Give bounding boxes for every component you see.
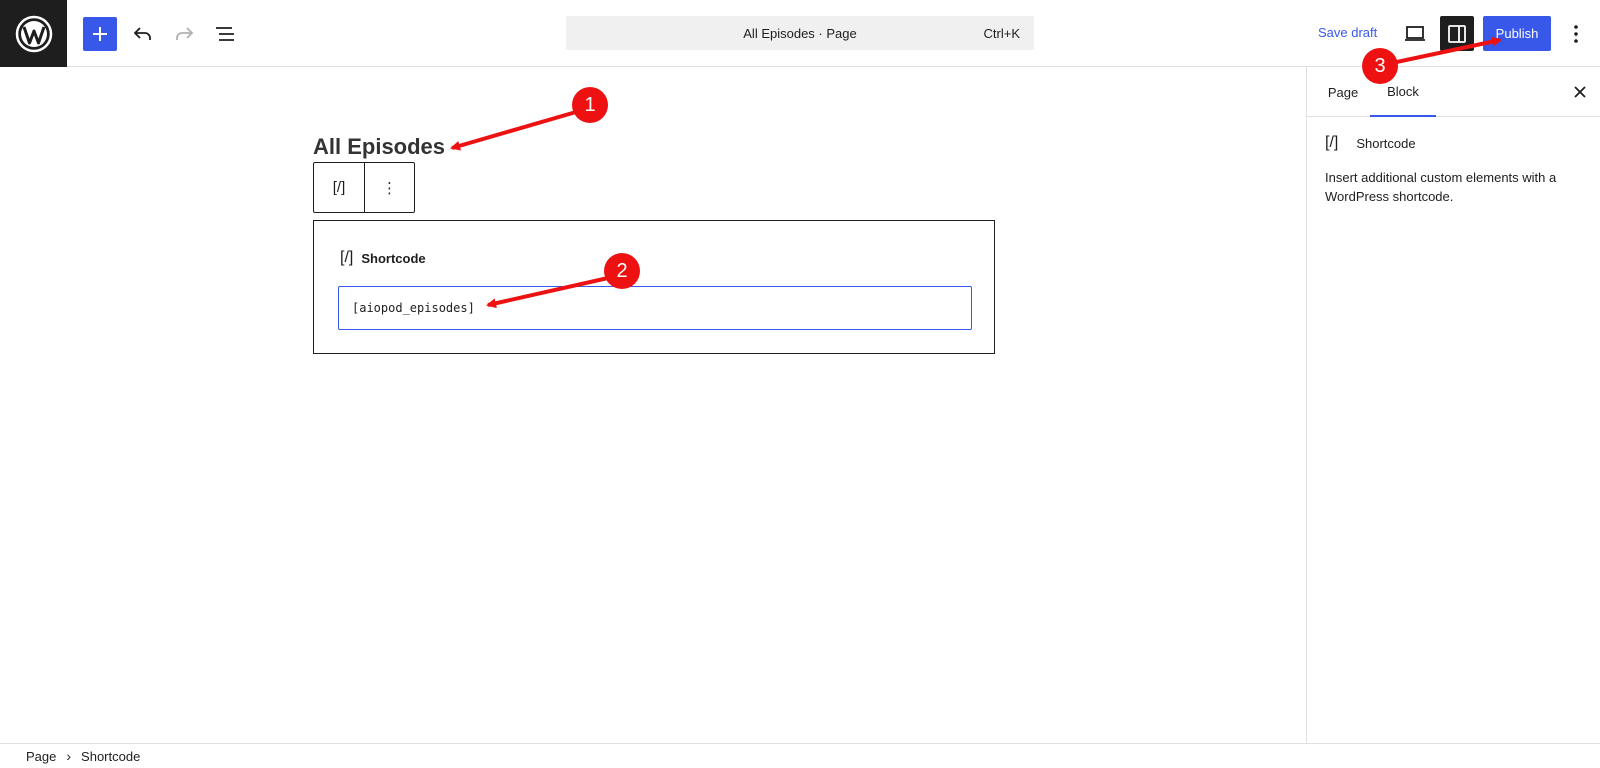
add-block-button[interactable] [83, 17, 117, 51]
svg-text:1: 1 [584, 94, 595, 116]
options-button[interactable] [1562, 17, 1590, 51]
shortcode-block[interactable]: [/] Shortcode [313, 220, 995, 354]
page-title[interactable]: All Episodes [313, 134, 445, 160]
shortcode-icon: [/] [1325, 134, 1339, 151]
redo-button[interactable] [167, 17, 201, 51]
settings-button[interactable] [1440, 16, 1474, 51]
command-palette-bar[interactable]: All Episodes · Page Ctrl+K [566, 16, 1034, 50]
block-card-header: [/] Shortcode [1325, 134, 1416, 152]
list-view-icon [216, 27, 234, 41]
more-vertical-icon [1574, 25, 1578, 43]
tab-block[interactable]: Block [1370, 67, 1436, 117]
sidebar-toggle-icon [1448, 24, 1466, 43]
block-card-title: Shortcode [1356, 135, 1416, 151]
keyboard-shortcut: Ctrl+K [983, 25, 1020, 41]
more-vertical-icon: ⋮ [382, 179, 397, 197]
shortcode-input[interactable] [338, 286, 972, 330]
shortcode-icon: [/] [332, 179, 346, 196]
close-sidebar-button[interactable] [1569, 81, 1591, 103]
save-draft-button[interactable]: Save draft [1318, 25, 1377, 40]
block-card-description: Insert additional custom elements with a… [1325, 170, 1557, 204]
shortcode-icon: [/] [340, 249, 354, 266]
undo-button[interactable] [126, 17, 160, 51]
editor-header: All Episodes · Page Ctrl+K Save draft Pu… [0, 0, 1600, 67]
publish-button[interactable]: Publish [1483, 16, 1551, 51]
view-button[interactable] [1398, 17, 1432, 51]
breadcrumb-item-shortcode[interactable]: Shortcode [81, 749, 140, 764]
block-toolbar: [/] ⋮ [313, 162, 415, 213]
shortcode-block-label: [/] Shortcode [340, 249, 426, 267]
document-overview-button[interactable] [208, 17, 242, 51]
block-type-button[interactable]: [/] [314, 163, 364, 212]
undo-icon [133, 27, 151, 40]
tab-page[interactable]: Page [1317, 67, 1369, 117]
chevron-right-icon: › [66, 748, 72, 764]
breadcrumb-item-page[interactable]: Page [26, 749, 56, 764]
breadcrumb: Page › Shortcode [0, 743, 1600, 768]
annotation-marker-1: 1 [572, 87, 608, 123]
annotation-arrow-1 [450, 110, 577, 151]
desktop-view-icon [1405, 26, 1425, 41]
redo-icon [176, 27, 194, 40]
block-options-button[interactable]: ⋮ [364, 163, 414, 212]
shortcode-label-text: Shortcode [361, 250, 426, 266]
plus-icon [93, 27, 107, 41]
wordpress-logo-icon[interactable] [0, 0, 67, 67]
document-title: All Episodes · Page [743, 25, 857, 41]
sidebar-tabs: Page Block [1307, 67, 1600, 117]
close-icon [1574, 86, 1586, 98]
settings-sidebar: Page Block [/] Shortcode Insert addition… [1306, 67, 1600, 743]
